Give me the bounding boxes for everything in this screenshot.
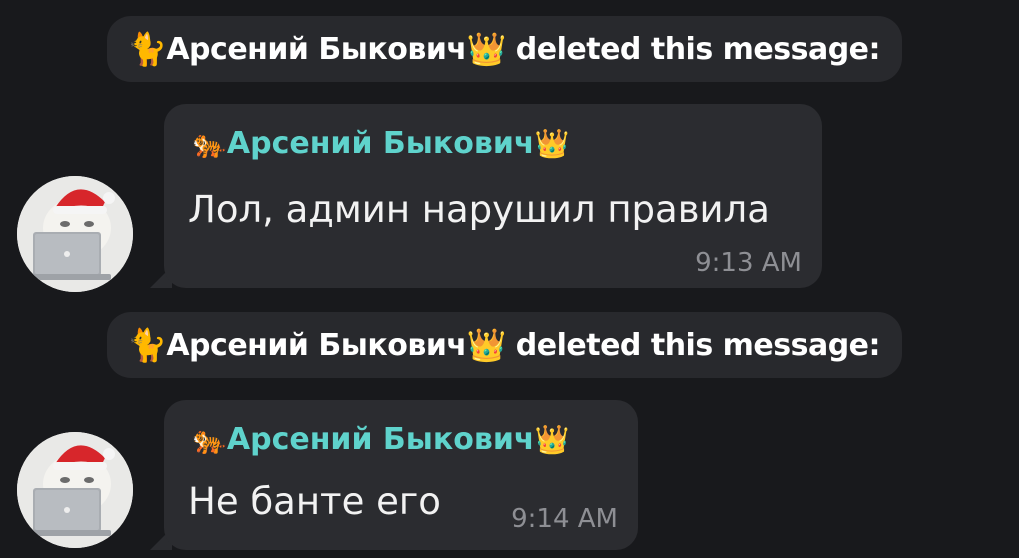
actor-name[interactable]: Арсений Быкович [166, 328, 467, 363]
service-action-text: deleted this message: [515, 31, 881, 67]
message-bubble[interactable]: 🐅 Арсений Быкович 👑 Лол, админ нарушил п… [164, 104, 822, 288]
service-action-text: deleted this message: [515, 327, 881, 363]
service-message-deleted: 🐈 Арсений Быкович 👑 deleted this message… [107, 16, 903, 82]
cat-emoji-icon: 🐈 [127, 326, 167, 364]
crown-emoji-icon: 👑 [466, 326, 506, 364]
service-message-deleted: 🐈 Арсений Быкович 👑 deleted this message… [107, 312, 903, 378]
cat-avatar-image [17, 432, 133, 548]
sender-name[interactable]: 🐅 Арсений Быкович 👑 [192, 126, 569, 161]
actor-name[interactable]: Арсений Быкович [166, 32, 467, 67]
sender-name[interactable]: 🐅 Арсений Быкович 👑 [192, 422, 569, 457]
message-time: 9:13 AM [695, 248, 802, 278]
crown-emoji-icon: 👑 [466, 30, 506, 68]
crown-emoji-icon: 👑 [534, 423, 570, 456]
cat-emoji-icon: 🐈 [127, 30, 167, 68]
tiger-emoji-icon: 🐅 [192, 423, 227, 456]
cat-avatar-image [17, 176, 133, 292]
message-text: Не банте его [188, 480, 441, 523]
avatar[interactable] [17, 432, 133, 548]
tiger-emoji-icon: 🐅 [192, 127, 227, 160]
message-time: 9:14 AM [511, 504, 618, 534]
message-bubble[interactable]: 🐅 Арсений Быкович 👑 Не банте его 9:14 AM [164, 400, 638, 550]
avatar[interactable] [17, 176, 133, 292]
crown-emoji-icon: 👑 [534, 127, 570, 160]
message-text: Лол, админ нарушил правила [188, 188, 770, 231]
